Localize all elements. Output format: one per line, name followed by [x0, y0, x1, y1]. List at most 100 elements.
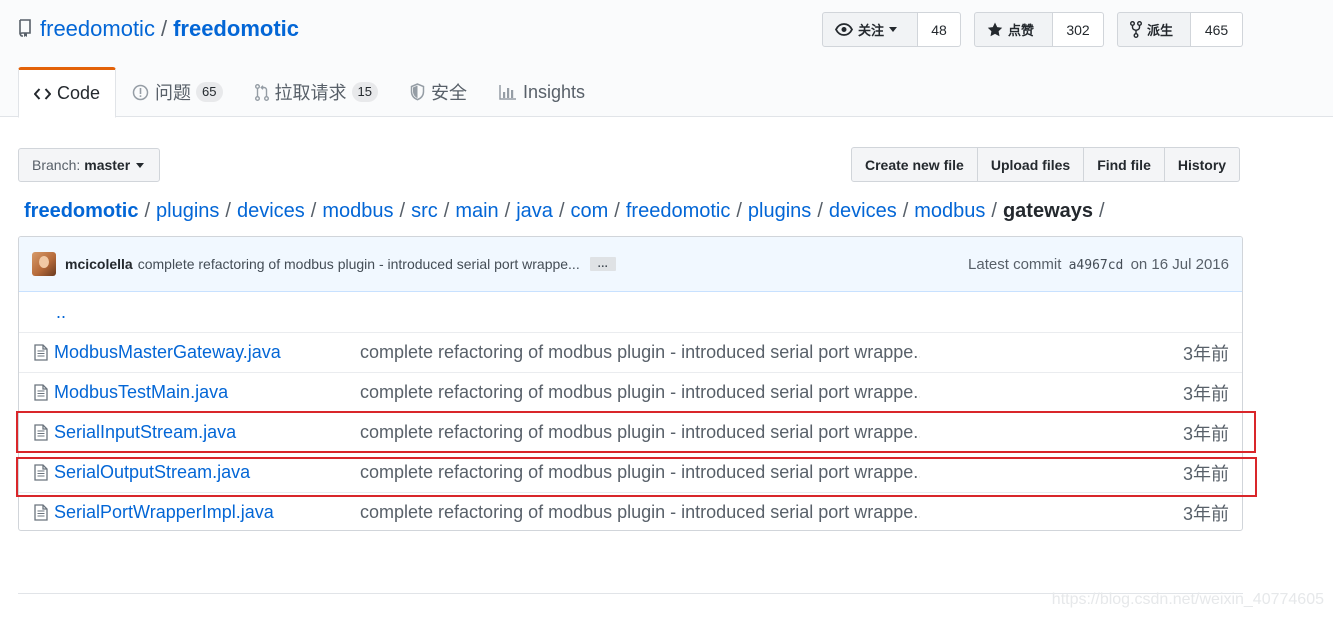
file-name-link[interactable]: SerialPortWrapperImpl.java	[54, 502, 360, 523]
watch-button[interactable]: 关注	[822, 12, 918, 47]
repo-name-link[interactable]: freedomotic	[173, 16, 299, 42]
tab-pull-requests[interactable]: 拉取请求 15	[239, 67, 394, 117]
repo-owner-link[interactable]: freedomotic	[40, 16, 155, 42]
breadcrumb-separator: /	[614, 199, 620, 222]
breadcrumb-separator: /	[144, 199, 151, 222]
breadcrumb-separator: /	[225, 199, 231, 222]
breadcrumb-item[interactable]: com	[571, 200, 609, 223]
latest-commit-prefix: Latest commit	[968, 255, 1062, 273]
breadcrumb-separator: /	[817, 199, 823, 222]
pull-requests-count-badge: 15	[351, 82, 378, 102]
breadcrumb-item[interactable]: main	[455, 200, 498, 223]
file-name-link[interactable]: ModbusMasterGateway.java	[54, 342, 360, 363]
branch-value: master	[84, 157, 131, 173]
table-row: SerialPortWrapperImpl.java complete refa…	[19, 492, 1242, 530]
breadcrumb-item[interactable]: devices	[829, 200, 897, 223]
tab-security-label: 安全	[430, 83, 467, 103]
table-row: SerialInputStream.java complete refactor…	[19, 412, 1242, 452]
eye-icon	[835, 23, 853, 36]
breadcrumb-item[interactable]: modbus	[322, 200, 393, 223]
file-commit-message-link[interactable]: complete refactoring of modbus plugin - …	[360, 502, 920, 523]
commit-message-link[interactable]: complete refactoring of modbus plugin - …	[138, 256, 580, 272]
breadcrumb-current: gateways	[1002, 199, 1094, 222]
file-name-link[interactable]: ModbusTestMain.java	[54, 382, 360, 403]
parent-directory-link[interactable]: ..	[56, 302, 66, 323]
fork-button[interactable]: 派生	[1117, 12, 1191, 47]
file-age: 3年前	[1182, 383, 1229, 404]
breadcrumb-item[interactable]: plugins	[156, 200, 219, 223]
repo-separator: /	[160, 16, 168, 41]
star-label: 点赞	[1008, 23, 1035, 38]
file-age: 3年前	[1182, 503, 1229, 524]
breadcrumb-item[interactable]: plugins	[748, 200, 811, 223]
file-name-link[interactable]: SerialOutputStream.java	[54, 462, 360, 483]
repo-tabs: Code 问题 65 拉取请求 15 安全 Insights	[18, 67, 601, 118]
fork-label: 派生	[1147, 23, 1174, 38]
breadcrumb-item[interactable]: freedomotic	[626, 200, 731, 223]
breadcrumb-separator: /	[1099, 199, 1105, 222]
find-file-button[interactable]: Find file	[1084, 147, 1165, 182]
chevron-down-icon	[889, 27, 898, 32]
avatar[interactable]	[32, 252, 56, 276]
file-icon	[30, 344, 52, 361]
breadcrumb-separator: /	[310, 199, 317, 222]
breadcrumb-item[interactable]: modbus	[914, 200, 985, 223]
file-commit-message-link[interactable]: complete refactoring of modbus plugin - …	[360, 422, 920, 443]
file-age: 3年前	[1182, 463, 1229, 484]
breadcrumb: freedomotic / plugins / devices / modbus / s…	[24, 198, 1111, 224]
tab-pull-requests-label: 拉取请求	[274, 83, 347, 103]
breadcrumb-item[interactable]: devices	[237, 200, 305, 223]
file-icon	[30, 384, 52, 401]
file-commit-message-link[interactable]: complete refactoring of modbus plugin - …	[360, 382, 920, 403]
table-row: SerialOutputStream.java complete refacto…	[19, 452, 1242, 492]
file-actions-group: Create new file Upload files Find file H…	[851, 147, 1241, 182]
breadcrumb-separator: /	[443, 199, 450, 222]
star-icon	[987, 22, 1003, 37]
latest-commit-bar: mcicolella complete refactoring of modbu…	[19, 237, 1242, 292]
star-button[interactable]: 点赞	[974, 12, 1053, 47]
watermark: https://blog.csdn.net/weixin_40774605	[1051, 591, 1324, 608]
watch-count[interactable]: 48	[918, 12, 961, 47]
issues-count-badge: 65	[196, 82, 223, 102]
repo-icon	[18, 19, 34, 39]
issue-icon	[132, 84, 149, 100]
upload-files-button[interactable]: Upload files	[977, 147, 1085, 182]
expand-commit-button[interactable]: …	[589, 257, 616, 271]
fork-icon	[1130, 21, 1142, 38]
tab-code[interactable]: Code	[18, 67, 117, 118]
file-list: mcicolella complete refactoring of modbu…	[18, 236, 1243, 531]
tab-insights-label: Insights	[522, 81, 586, 102]
commit-meta: Latest commit a4967cd on 16 Jul 2016	[968, 256, 1229, 273]
file-icon	[30, 464, 52, 481]
file-commit-message-link[interactable]: complete refactoring of modbus plugin - …	[360, 462, 920, 483]
tab-issues[interactable]: 问题 65	[116, 67, 238, 117]
file-commit-message-link[interactable]: complete refactoring of modbus plugin - …	[360, 342, 920, 363]
breadcrumb-item[interactable]: freedomotic	[24, 200, 138, 223]
commit-date: 16 Jul 2016	[1151, 255, 1229, 273]
repo-header: freedomotic / freedomotic 关注 48 点赞 302 派…	[0, 0, 1333, 118]
commit-author-link[interactable]: mcicolella	[65, 256, 133, 272]
breadcrumb-separator: /	[558, 199, 565, 222]
table-row: ModbusMasterGateway.java complete refact…	[19, 332, 1242, 372]
file-name-link[interactable]: SerialInputStream.java	[54, 422, 360, 443]
breadcrumb-separator: /	[736, 199, 742, 222]
branch-select-button[interactable]: Branch: master	[18, 148, 160, 182]
graph-icon	[499, 85, 516, 100]
table-row: ModbusTestMain.java complete refactoring…	[19, 372, 1242, 412]
commit-sha-link[interactable]: a4967cd	[1069, 258, 1124, 273]
watch-action: 关注 48	[822, 12, 961, 47]
breadcrumb-separator: /	[991, 199, 997, 222]
tab-insights[interactable]: Insights	[483, 67, 601, 117]
pull-request-icon	[254, 83, 269, 101]
create-new-file-button[interactable]: Create new file	[851, 147, 978, 182]
tab-security[interactable]: 安全	[394, 67, 483, 117]
fork-count[interactable]: 465	[1191, 12, 1243, 47]
breadcrumb-item[interactable]: src	[411, 200, 438, 223]
breadcrumb-separator: /	[902, 199, 909, 222]
parent-directory-row[interactable]: ..	[19, 292, 1242, 332]
chevron-down-icon	[136, 162, 145, 168]
breadcrumb-item[interactable]: java	[516, 200, 553, 223]
repo-title: freedomotic / freedomotic	[18, 14, 299, 44]
star-count[interactable]: 302	[1053, 12, 1104, 47]
history-button[interactable]: History	[1164, 147, 1241, 182]
